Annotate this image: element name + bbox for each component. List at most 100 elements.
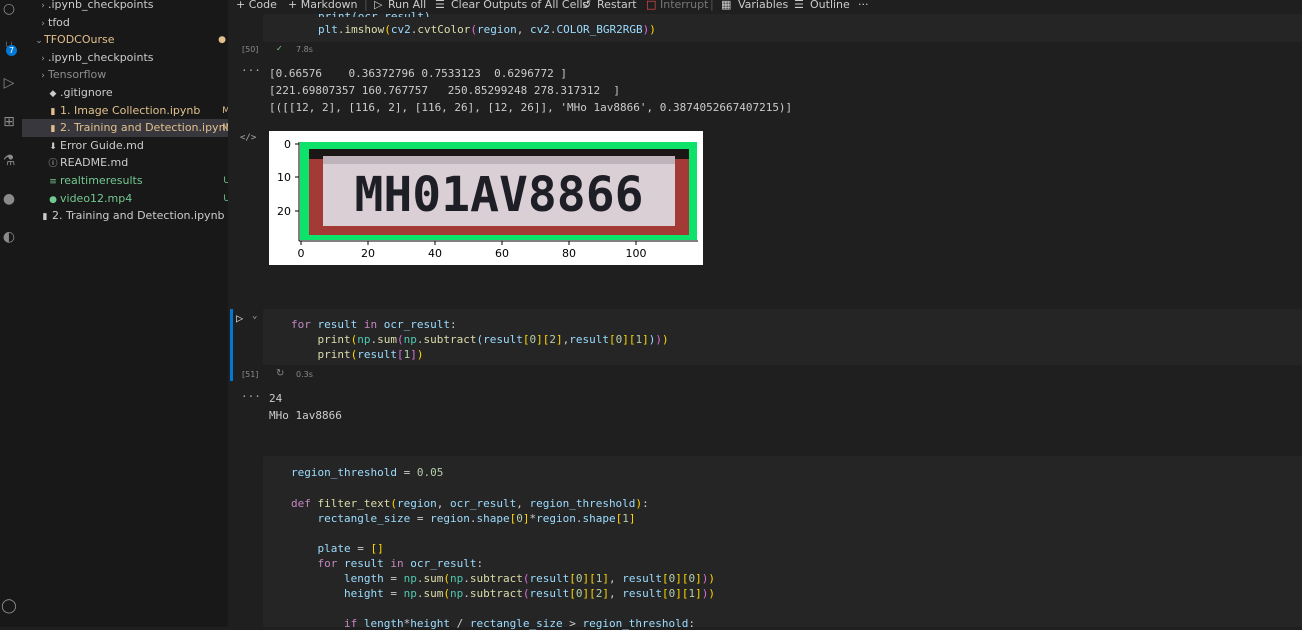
code-line: region_threshold = 0.05 (291, 466, 444, 479)
cell-focus-indicator (230, 309, 233, 381)
explorer-item-label: 2. Training and Detection.ipynb (52, 209, 225, 223)
explorer-item-label: README.md (60, 156, 129, 170)
explorer-item[interactable]: › .ipynb_checkpoints (22, 0, 244, 14)
success-check-icon: ✓ (276, 44, 283, 53)
file-icon: ≡ (49, 177, 57, 187)
output-renderer-icon[interactable]: </> (240, 133, 256, 143)
restart-button[interactable]: Restart (597, 0, 637, 11)
interrupt-icon[interactable]: □ (646, 0, 656, 11)
x-ticks: 0 20 40 60 80 100 (298, 241, 647, 260)
code-line: height = np.sum(np.subtract(result[0][2]… (343, 587, 715, 600)
chevron-down-icon[interactable]: ⌄ (252, 311, 257, 321)
running-spinner-icon: ↻ (276, 368, 285, 379)
explorer-item[interactable]: ⌄TFODCOurse ● (22, 31, 240, 49)
notebook-editor: + Code + Markdown | ▷ Run All ☰ Clear Ou… (228, 0, 1302, 630)
file-icon: ⬇ (49, 141, 57, 152)
explorer-item[interactable]: ⬇ Error Guide.md (22, 137, 244, 155)
code-line: def filter_text(region, ocr_result, regi… (291, 497, 649, 510)
chevron-down-icon: ⌄ (35, 36, 43, 47)
execution-count: [51] (242, 370, 259, 379)
code-cell-52[interactable] (263, 456, 1302, 627)
explorer-item-label: Error Guide.md (60, 138, 144, 152)
chevron-right-icon: › (41, 53, 45, 64)
explorer-item-label: .ipynb_checkpoints (48, 0, 154, 11)
output-more-button[interactable]: ··· (241, 64, 261, 77)
chevron-right-icon: › (41, 18, 45, 29)
interrupt-button[interactable]: Interrupt (660, 0, 708, 11)
file-icon: ▮ (42, 212, 48, 223)
execution-duration: 7.8s (296, 45, 313, 54)
explorer-item[interactable]: ⓘ README.md (22, 154, 244, 172)
output-line: MHo 1av8866 (269, 409, 342, 422)
output-line: 24 (269, 392, 283, 405)
execution-duration: 0.3s (296, 370, 313, 379)
outline-button[interactable]: Outline (810, 0, 850, 11)
code-line: for result in ocr_result: (317, 557, 484, 570)
source-control-badge: 7 (6, 45, 17, 56)
plate-text: MH01AV8866 (355, 167, 644, 223)
testing-icon[interactable]: ⚗ (0, 152, 18, 170)
explorer-item[interactable]: › tfod (22, 14, 244, 32)
account-icon[interactable]: ◯ (0, 597, 18, 615)
clear-outputs-icon[interactable]: ☰ (435, 0, 445, 11)
code-line-partial: print(ocr_result) (318, 10, 431, 17)
add-code-button[interactable]: + Code (236, 0, 277, 11)
run-debug-icon[interactable]: ▷ (0, 74, 18, 92)
code-line: rectangle_size = region.shape[0]*region.… (317, 512, 636, 525)
run-cell-button[interactable]: ▷ (236, 311, 243, 325)
code-line: for result in ocr_result: (291, 318, 457, 331)
output-line: [0.66576 0.36372796 0.7533123 0.6296772 … (269, 67, 568, 80)
toolbar-separator: | (710, 0, 714, 11)
y-tick-label: 10 (277, 171, 291, 184)
code-line: plt.imshow(cv2.cvtColor(region, cv2.COLO… (318, 23, 656, 36)
y-tick-label: 20 (277, 205, 291, 218)
explorer-item-label: TFODCOurse (44, 33, 115, 47)
variables-button[interactable]: Variables (738, 0, 788, 11)
explorer-item-label: .gitignore (60, 86, 113, 99)
remote-icon[interactable]: ◐ (0, 228, 18, 246)
more-actions-button[interactable]: ··· (858, 0, 869, 11)
clear-outputs-button[interactable]: Clear Outputs of All Cells (451, 0, 588, 11)
github-icon[interactable]: ● (0, 190, 18, 208)
search-icon[interactable]: ○ (0, 0, 18, 18)
output-more-button[interactable]: ··· (241, 390, 261, 403)
explorer-item[interactable]: ● video12.mp4 U (22, 190, 244, 208)
explorer-item-label: tfod (48, 15, 70, 29)
explorer-item[interactable]: › Tensorflow (22, 66, 244, 84)
explorer-item[interactable]: ▮ 2. Training and Detection.ipynb M (22, 119, 244, 138)
explorer-item[interactable]: ▮ 2. Training and Detection.ipynb (22, 207, 236, 225)
explorer-item[interactable]: › .ipynb_checkpoints (22, 49, 244, 67)
file-icon: ◆ (49, 89, 57, 99)
y-ticks: 0 10 20 (277, 138, 299, 218)
x-tick-label: 20 (361, 247, 375, 260)
explorer-item-label: .ipynb_checkpoints (48, 50, 154, 64)
explorer-item[interactable]: ◆ .gitignore (22, 84, 244, 102)
explorer-sidebar: › .ipynb_checkpoints › tfod ⌄TFODCOurse ● › .ip… (22, 0, 244, 627)
git-status-badge: ● (218, 35, 226, 46)
x-tick-label: 60 (495, 247, 509, 260)
explorer-item-label: video12.mp4 (60, 191, 133, 205)
extensions-icon[interactable]: ⊞ (0, 113, 18, 131)
explorer-item[interactable]: ▮ 1. Image Collection.ipynb M (22, 102, 244, 120)
file-icon: ▮ (50, 124, 56, 135)
x-tick-label: 0 (298, 247, 305, 260)
execution-count: [50] (242, 45, 259, 54)
output-line: [221.69807357 160.767757 250.85299248 27… (269, 84, 620, 97)
explorer-item-label: Tensorflow (48, 68, 107, 82)
outline-icon[interactable]: ☰ (794, 0, 804, 11)
explorer-item[interactable]: ≡ realtimeresults U (22, 172, 244, 190)
output-line: [([[12, 2], [116, 2], [116, 26], [12, 26… (269, 101, 793, 114)
code-line: plate = [] (317, 542, 384, 555)
explorer-item-label: 2. Training and Detection.ipynb (60, 121, 233, 135)
x-tick-label: 80 (562, 247, 576, 260)
explorer-item-label: 1. Image Collection.ipynb (60, 103, 201, 117)
code-line: print(result[1]) (317, 348, 424, 361)
activity-bar: ○ ⑂ 7 ▷ ⊞ ⚗ ● ◐ ◯ (0, 0, 22, 627)
restart-icon[interactable]: ↺ (582, 0, 591, 11)
file-icon: ● (49, 194, 57, 205)
plot-output: MH01AV8866 0 10 20 0 20 40 60 80 100 (269, 131, 703, 265)
file-icon: ⓘ (48, 159, 58, 170)
code-line: if length*height / rectangle_size > regi… (343, 617, 696, 630)
variables-icon[interactable]: ▦ (721, 0, 731, 11)
x-tick-label: 40 (428, 247, 442, 260)
